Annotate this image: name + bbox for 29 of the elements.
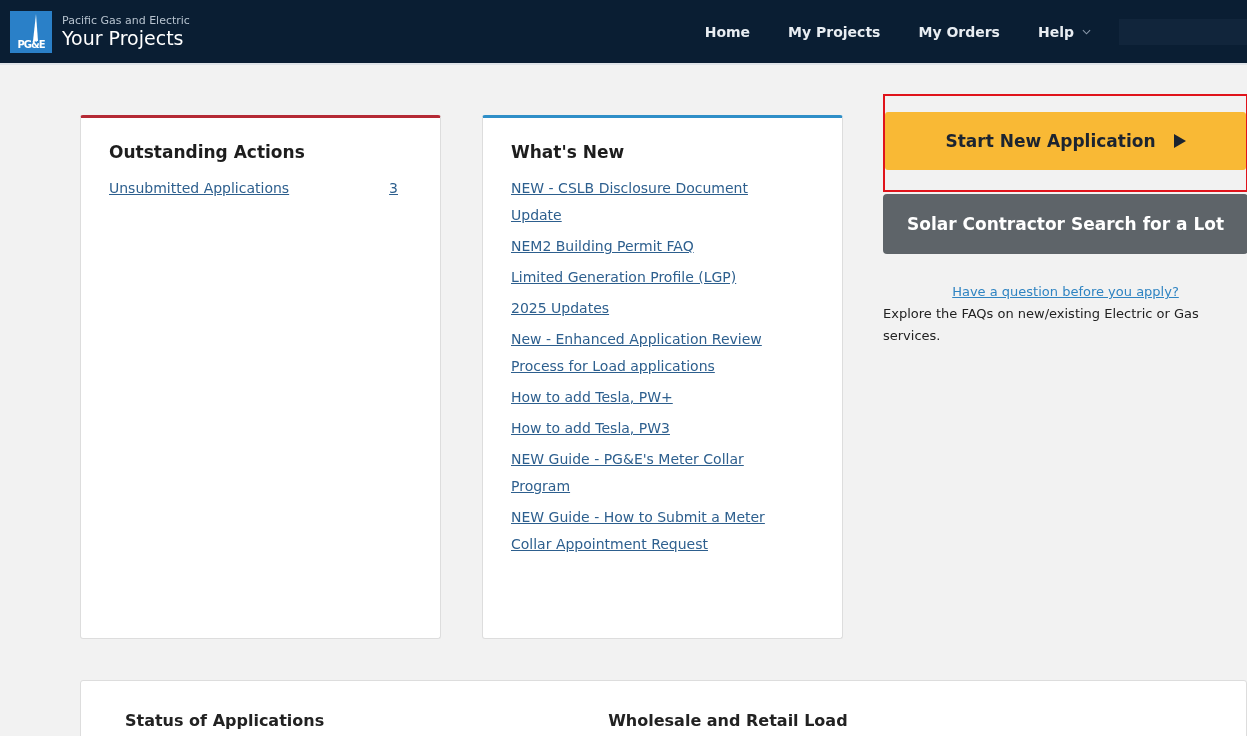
- news-link[interactable]: NEW Guide - PG&E's Meter Collar Program: [511, 446, 801, 500]
- nav-link[interactable]: My Projects: [788, 23, 881, 40]
- logo-text: PG&E: [17, 38, 45, 52]
- panel-title: Wholesale and Retail Load: [608, 711, 848, 730]
- count-link[interactable]: 3: [389, 180, 398, 196]
- start-application-button[interactable]: Start New Application: [885, 112, 1246, 170]
- chevron-down-icon: [1082, 28, 1091, 35]
- panel-title: Status of Applications: [125, 711, 325, 730]
- nav-link[interactable]: Home: [704, 23, 751, 40]
- question-link[interactable]: Have a question before you apply?: [952, 284, 1179, 299]
- contractor-search-button[interactable]: Solar Contractor Search for a Lot: [883, 194, 1247, 254]
- faq-text: Explore the FAQs on new/existing Electric or Gas services.: [883, 305, 1200, 345]
- news-link[interactable]: NEW - CSLB Disclosure Document Update: [511, 175, 801, 229]
- nav-link[interactable]: Help: [1037, 23, 1091, 40]
- company-logo[interactable]: PG&E: [10, 10, 52, 53]
- nav-link[interactable]: My Orders: [918, 23, 1000, 40]
- news-link[interactable]: New - Enhanced Application Review Process for Load applications: [511, 326, 801, 380]
- card-title: Outstanding Actions: [109, 142, 306, 162]
- news-link[interactable]: 2025 Updates: [511, 295, 801, 322]
- news-link[interactable]: NEM2 Building Permit FAQ: [511, 233, 801, 260]
- news-link[interactable]: NEW Guide - How to Submit a Meter Collar Appointment Request: [511, 504, 801, 558]
- company-name: Pacific Gas and Electric: [62, 14, 190, 27]
- app-title: Your Projects: [62, 27, 185, 49]
- news-link[interactable]: How to add Tesla, PW+: [511, 384, 801, 411]
- news-link[interactable]: How to add Tesla, PW3: [511, 415, 801, 442]
- play-icon: [1173, 134, 1186, 148]
- unsubmitted-link[interactable]: Unsubmitted Applications: [109, 180, 290, 196]
- card-title: What's New: [511, 142, 626, 162]
- news-link[interactable]: Limited Generation Profile (LGP): [511, 264, 801, 291]
